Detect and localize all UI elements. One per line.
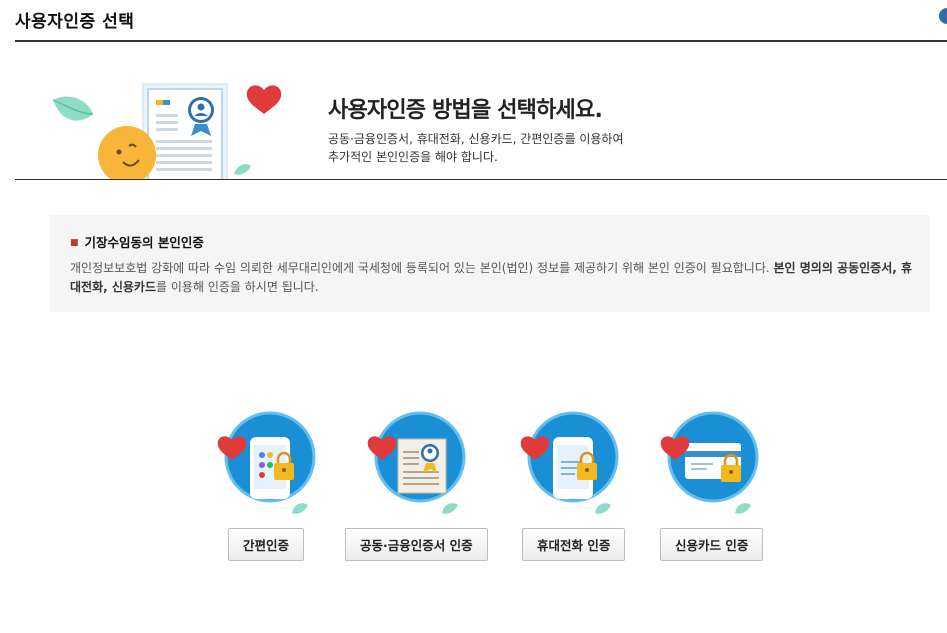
title-bar: 사용자인증 선택	[15, 0, 947, 42]
auth-methods: 간편인증 공동·금융인증서 인증 휴대전화 인증 신용카드 인증	[0, 405, 947, 575]
notice-body: 개인정보보호법 강화에 따라 수임 의뢰한 세무대리인에게 국세청에 등록되어 …	[70, 259, 918, 297]
notice-box: ■ 기장수임동의 본인인증 개인정보보호법 강화에 따라 수임 의뢰한 세무대리인…	[50, 215, 930, 312]
method-certificate: 공동·금융인증서 인증	[340, 405, 500, 565]
notice-title-text: 기장수임동의 본인인증	[84, 235, 204, 250]
hero-banner: 사용자인증 방법을 선택하세요. 공동·금융인증서, 휴대전화, 신용카드, 간…	[15, 42, 947, 180]
certificate-icon[interactable]	[340, 405, 500, 520]
method-mobile-phone: 휴대전화 인증	[493, 405, 653, 565]
hero-illustration	[15, 42, 315, 179]
hero-desc-line1: 공동·금융인증서, 휴대전화, 신용카드, 간편인증를 이용하여	[328, 132, 624, 146]
notice-body-text-2: 를 이용해 인증을 하시면 됩니다.	[156, 280, 319, 294]
corner-dot-icon	[939, 8, 947, 24]
hero-description: 공동·금융인증서, 휴대전화, 신용카드, 간편인증를 이용하여 추가적인 본인…	[328, 130, 623, 166]
mobile-phone-auth-button[interactable]: 휴대전화 인증	[522, 528, 626, 561]
notice-title: ■ 기장수임동의 본인인증	[70, 232, 204, 251]
hero-heading: 사용자인증 방법을 선택하세요.	[328, 98, 603, 123]
certificate-illustration-icon	[52, 83, 282, 179]
method-credit-card: 신용카드 인증	[633, 405, 793, 565]
simple-auth-icon[interactable]	[190, 405, 350, 520]
simple-auth-button[interactable]: 간편인증	[228, 528, 305, 561]
credit-card-auth-button[interactable]: 신용카드 인증	[660, 528, 764, 561]
bullet-icon: ■	[70, 238, 79, 248]
mobile-phone-icon[interactable]	[493, 405, 653, 520]
method-simple-auth: 간편인증	[190, 405, 350, 565]
certificate-auth-button[interactable]: 공동·금융인증서 인증	[345, 528, 488, 561]
hero-desc-line2: 추가적인 본인인증을 해야 합니다.	[328, 150, 498, 164]
page-title: 사용자인증 선택	[15, 12, 135, 32]
notice-body-text-1: 개인정보보호법 강화에 따라 수임 의뢰한 세무대리인에게 국세청에 등록되어 …	[70, 261, 774, 275]
credit-card-icon[interactable]	[633, 405, 793, 520]
